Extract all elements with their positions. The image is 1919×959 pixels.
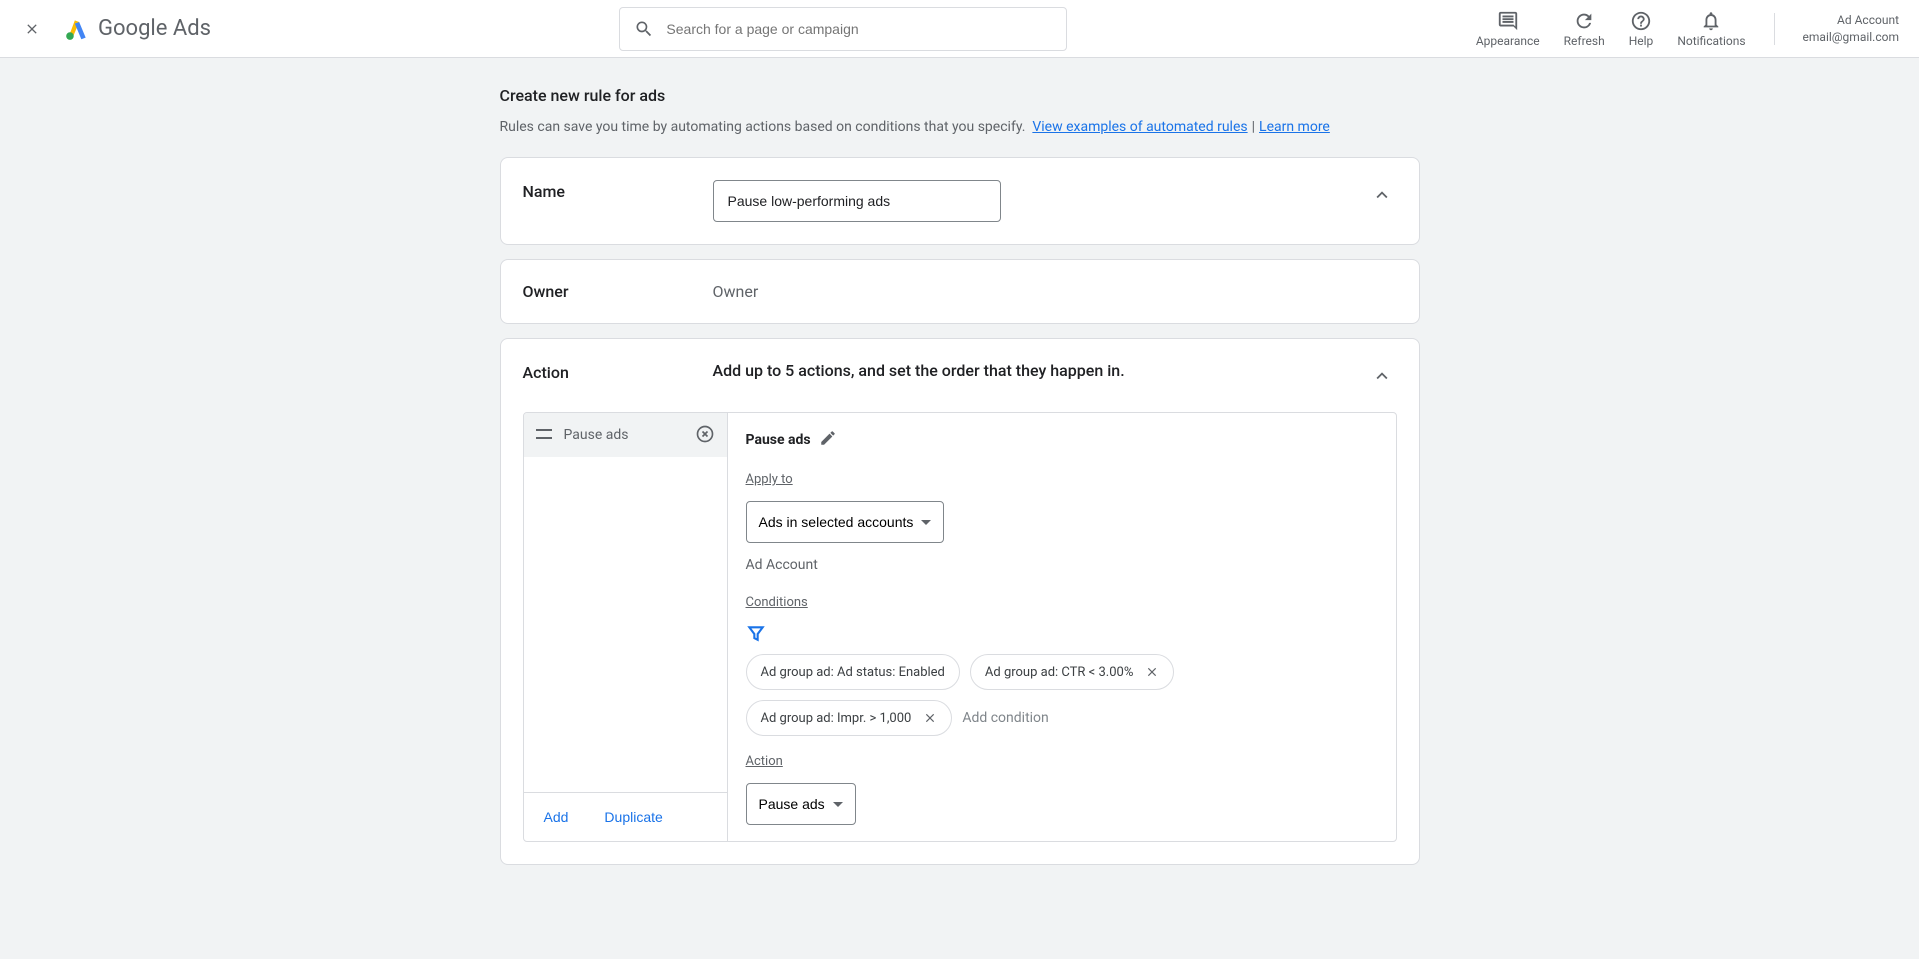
account-info[interactable]: Ad Account email@gmail.com	[1803, 12, 1899, 46]
rule-name-input[interactable]	[713, 180, 1001, 222]
chip-text: Ad group ad: CTR < 3.00%	[985, 665, 1133, 680]
chevron-up-icon	[1371, 184, 1393, 206]
apply-to-value: Ads in selected accounts	[759, 514, 914, 530]
action-type-value: Pause ads	[759, 796, 825, 812]
close-circle-icon	[695, 424, 715, 444]
subtitle-text: Rules can save you time by automating ac…	[500, 119, 1026, 135]
help-label: Help	[1629, 34, 1654, 48]
action-sub-label: Action	[746, 754, 1378, 769]
refresh-icon	[1573, 10, 1595, 32]
name-card: Name	[500, 157, 1420, 245]
appearance-label: Appearance	[1476, 34, 1540, 48]
apply-to-dropdown[interactable]: Ads in selected accounts	[746, 501, 945, 543]
action-body: Pause ads Add Duplicate Pause ads	[523, 412, 1397, 842]
pencil-icon	[819, 429, 837, 447]
account-email: email@gmail.com	[1803, 29, 1899, 46]
condition-chip[interactable]: Ad group ad: CTR < 3.00%	[970, 654, 1174, 690]
add-action-button[interactable]: Add	[534, 803, 579, 831]
action-card: Action Add up to 5 actions, and set the …	[500, 338, 1420, 865]
apply-to-label: Apply to	[746, 472, 1378, 487]
notifications-label: Notifications	[1677, 34, 1745, 48]
page-title: Create new rule for ads	[500, 86, 1420, 105]
brand-logo: Google Ads	[64, 16, 211, 42]
action-type-dropdown[interactable]: Pause ads	[746, 783, 856, 825]
search-box[interactable]	[619, 7, 1067, 51]
action-item-label: Pause ads	[564, 427, 683, 443]
action-list: Pause ads Add Duplicate	[524, 413, 728, 841]
conditions-label: Conditions	[746, 595, 1378, 610]
chip-text: Ad group ad: Ad status: Enabled	[761, 665, 945, 680]
search-icon	[634, 19, 654, 39]
action-list-item[interactable]: Pause ads	[524, 413, 727, 457]
page-subtitle: Rules can save you time by automating ac…	[500, 119, 1420, 135]
action-detail: Pause ads Apply to Ads in selected accou…	[728, 413, 1396, 841]
appearance-icon	[1497, 10, 1519, 32]
action-label: Action	[523, 361, 713, 382]
refresh-button[interactable]: Refresh	[1564, 10, 1605, 48]
chevron-up-icon	[1371, 365, 1393, 387]
close-icon	[1145, 665, 1159, 679]
duplicate-action-button[interactable]: Duplicate	[594, 803, 672, 831]
close-icon	[923, 711, 937, 725]
add-condition-button[interactable]: Add condition	[962, 710, 1048, 726]
help-button[interactable]: Help	[1629, 10, 1654, 48]
action-description: Add up to 5 actions, and set the order t…	[713, 361, 1367, 380]
header-actions: Appearance Refresh Help Notifications Ad…	[1476, 10, 1899, 48]
account-text: Ad Account	[746, 557, 1378, 573]
condition-chip[interactable]: Ad group ad: Ad status: Enabled	[746, 654, 960, 690]
edit-title-button[interactable]	[819, 429, 837, 450]
app-header: Google Ads Appearance Refresh Help Notif…	[0, 0, 1919, 58]
remove-chip-button[interactable]	[923, 711, 937, 725]
help-icon	[1630, 10, 1652, 32]
bell-icon	[1700, 10, 1722, 32]
refresh-label: Refresh	[1564, 34, 1605, 48]
divider	[1774, 13, 1775, 45]
ads-logo-icon	[64, 16, 90, 42]
chevron-down-icon	[833, 802, 843, 807]
action-list-footer: Add Duplicate	[524, 792, 727, 841]
appearance-button[interactable]: Appearance	[1476, 10, 1540, 48]
link-examples[interactable]: View examples of automated rules	[1032, 119, 1247, 135]
close-button[interactable]	[20, 17, 44, 41]
brand-text: Google Ads	[98, 16, 211, 41]
link-learn-more[interactable]: Learn more	[1259, 119, 1330, 135]
owner-label: Owner	[523, 282, 713, 301]
close-icon	[24, 21, 40, 37]
collapse-action-button[interactable]	[1367, 361, 1397, 394]
remove-action-button[interactable]	[695, 424, 715, 447]
detail-title: Pause ads	[746, 432, 811, 448]
search-wrap	[231, 7, 1456, 51]
chip-text: Ad group ad: Impr. > 1,000	[761, 711, 912, 726]
collapse-name-button[interactable]	[1367, 180, 1397, 213]
search-input[interactable]	[666, 21, 1052, 37]
chevron-down-icon	[921, 520, 931, 525]
condition-chip[interactable]: Ad group ad: Impr. > 1,000	[746, 700, 953, 736]
drag-handle-icon[interactable]	[536, 427, 552, 443]
name-label: Name	[523, 180, 713, 201]
owner-card: Owner Owner	[500, 259, 1420, 324]
account-name: Ad Account	[1803, 12, 1899, 29]
notifications-button[interactable]: Notifications	[1677, 10, 1745, 48]
main-content: Create new rule for ads Rules can save y…	[500, 58, 1420, 919]
filter-icon	[746, 624, 766, 644]
remove-chip-button[interactable]	[1145, 665, 1159, 679]
owner-value: Owner	[713, 282, 1397, 301]
